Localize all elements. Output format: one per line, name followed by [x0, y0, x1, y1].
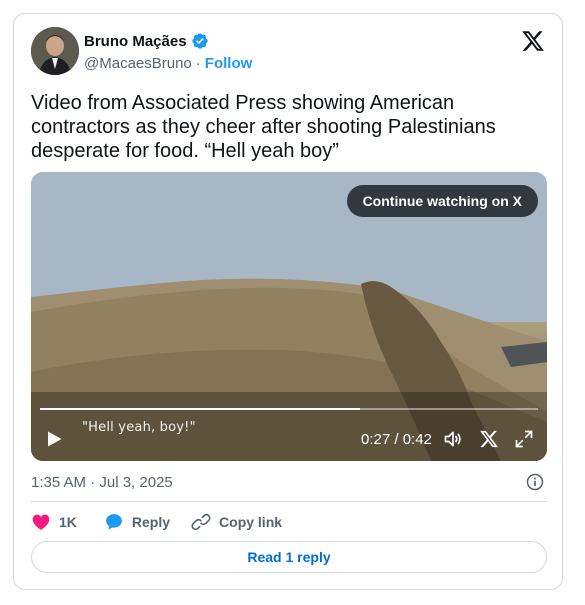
copy-link-label: Copy link [219, 514, 283, 530]
x-icon[interactable] [479, 429, 499, 449]
avatar[interactable] [31, 27, 79, 75]
author-name-row: Bruno Maçães [84, 32, 209, 50]
video-progress-fill [40, 408, 361, 410]
video-progress-bar[interactable] [40, 408, 538, 410]
follow-button[interactable]: Follow [205, 55, 253, 72]
link-icon [191, 513, 211, 531]
volume-icon[interactable] [443, 429, 463, 449]
play-icon[interactable] [45, 430, 63, 448]
verified-badge-icon [191, 33, 208, 49]
tweet-embed-card: Bruno Maçães @MacaesBruno · Follow Video… [13, 13, 563, 590]
like-count: 1K [59, 514, 77, 530]
video-time: 0:27 / 0:42 [361, 431, 432, 448]
info-icon[interactable] [525, 472, 545, 492]
heart-icon [32, 514, 50, 530]
x-logo-icon[interactable] [521, 29, 545, 53]
action-bar: 1K Reply Copy link [31, 512, 282, 532]
like-button[interactable]: 1K [31, 512, 77, 532]
fullscreen-icon[interactable] [514, 429, 534, 449]
video-player[interactable]: Continue watching on X "Hell yeah, boy!"… [31, 172, 547, 461]
divider [31, 501, 547, 502]
copy-link-button[interactable]: Copy link [191, 512, 282, 532]
read-reply-button[interactable]: Read 1 reply [31, 541, 547, 573]
speech-bubble-icon [105, 514, 122, 530]
video-caption: "Hell yeah, boy!" [82, 420, 196, 435]
tweet-text: Video from Associated Press showing Amer… [31, 92, 496, 162]
reply-button[interactable]: Reply [104, 512, 170, 532]
handle-row: @MacaesBruno · Follow [84, 55, 252, 72]
avatar-image [31, 27, 79, 75]
tweet-timestamp[interactable]: 1:35 AM · Jul 3, 2025 [31, 474, 173, 491]
continue-watching-button[interactable]: Continue watching on X [346, 185, 538, 217]
reply-label: Reply [131, 514, 171, 530]
author-name[interactable]: Bruno Maçães [84, 33, 187, 50]
separator-dot: · [195, 55, 201, 72]
author-handle[interactable]: @MacaesBruno [84, 55, 192, 72]
